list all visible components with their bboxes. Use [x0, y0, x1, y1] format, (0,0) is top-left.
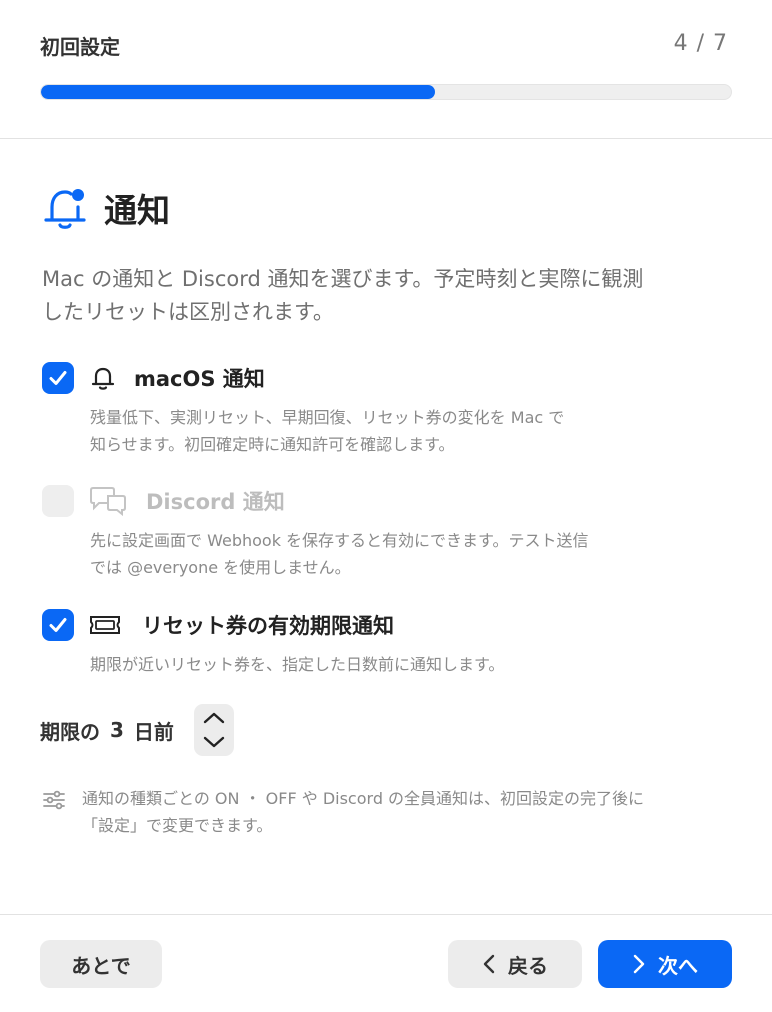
- chevron-down-icon: [203, 736, 225, 748]
- macos-notification-description: 残量低下、実測リセット、早期回復、リセット券の変化を Mac で 知らせます。初…: [90, 404, 690, 458]
- page-title: 初回設定: [40, 35, 120, 59]
- later-button[interactable]: あとで: [40, 940, 162, 988]
- bell-icon: [88, 363, 118, 393]
- days-value: 3: [110, 718, 124, 742]
- days-prefix: 期限の: [40, 719, 100, 744]
- step-counter: 4 / 7: [673, 31, 728, 56]
- ticket-expiry-label: リセット券の有効期限通知: [142, 614, 394, 638]
- settings-note: 通知の種類ごとの ON ・ OFF や Discord の全員通知は、初回設定の…: [42, 785, 742, 839]
- option-macos-notification: macOS 通知 残量低下、実測リセット、早期回復、リセット券の変化を Mac …: [42, 362, 732, 458]
- description-line: 残量低下、実測リセット、早期回復、リセット券の変化を Mac で: [90, 408, 565, 427]
- back-button-label: 戻る: [508, 953, 548, 978]
- description-line: 先に設定画面で Webhook を保存すると有効にできます。テスト送信: [90, 531, 589, 550]
- stepper-increment-button[interactable]: [194, 706, 234, 730]
- ticket-expiry-checkbox[interactable]: [42, 609, 74, 641]
- discord-notification-label: Discord 通知: [146, 490, 285, 514]
- chat-bubbles-icon: [88, 486, 128, 516]
- discord-notification-checkbox[interactable]: [42, 485, 74, 517]
- option-discord-notification: Discord 通知 先に設定画面で Webhook を保存すると有効にできます…: [42, 485, 732, 581]
- days-before-setting: 期限の 3 日前: [40, 704, 234, 756]
- note-line: 通知の種類ごとの ON ・ OFF や Discord の全員通知は、初回設定の…: [82, 789, 645, 808]
- back-button[interactable]: 戻る: [448, 940, 582, 988]
- option-ticket-expiry-notification: リセット券の有効期限通知 期限が近いリセット券を、指定した日数前に通知します。: [42, 609, 732, 678]
- bell-badge-icon: [44, 189, 86, 229]
- days-stepper: [193, 704, 234, 756]
- discord-notification-description: 先に設定画面で Webhook を保存すると有効にできます。テスト送信 では @…: [90, 527, 690, 581]
- chevron-up-icon: [203, 712, 225, 724]
- macos-notification-checkbox[interactable]: [42, 362, 74, 394]
- progress-fill: [41, 85, 435, 99]
- description-line: では @everyone を使用しません。: [90, 558, 351, 577]
- chevron-left-icon: [483, 954, 495, 974]
- checkmark-icon: [49, 618, 67, 632]
- checkmark-icon: [49, 371, 67, 385]
- note-line: 「設定」で変更できます。: [82, 816, 273, 835]
- progress-bar: [40, 84, 732, 100]
- onboarding-window: 初回設定 4 / 7 通知 Mac の通知と Discord 通知を選びます。予…: [0, 0, 772, 1012]
- chevron-right-icon: [633, 954, 645, 974]
- intro-line: したリセットは区別されます。: [42, 300, 334, 324]
- section-header: 通知: [40, 184, 170, 232]
- stepper-decrement-button[interactable]: [194, 730, 234, 754]
- description-line: 知らせます。初回確定時に通知許可を確認します。: [90, 435, 455, 454]
- next-button-label: 次へ: [658, 953, 698, 978]
- intro-line: Mac の通知と Discord 通知を選びます。予定時刻と実際に観測: [42, 267, 644, 291]
- days-suffix: 日前: [133, 719, 174, 744]
- description-line: 期限が近いリセット券を、指定した日数前に通知します。: [90, 655, 505, 674]
- sliders-icon: [43, 790, 65, 810]
- footer-divider: [0, 914, 772, 915]
- header-divider: [0, 138, 772, 139]
- macos-notification-label: macOS 通知: [134, 367, 265, 391]
- later-button-label: あとで: [71, 953, 131, 978]
- section-title: 通知: [104, 191, 170, 230]
- ticket-expiry-description: 期限が近いリセット券を、指定した日数前に通知します。: [90, 651, 690, 678]
- ticket-icon: [88, 610, 122, 640]
- next-button[interactable]: 次へ: [598, 940, 732, 988]
- section-intro: Mac の通知と Discord 通知を選びます。予定時刻と実際に観測 したリセ…: [42, 263, 742, 329]
